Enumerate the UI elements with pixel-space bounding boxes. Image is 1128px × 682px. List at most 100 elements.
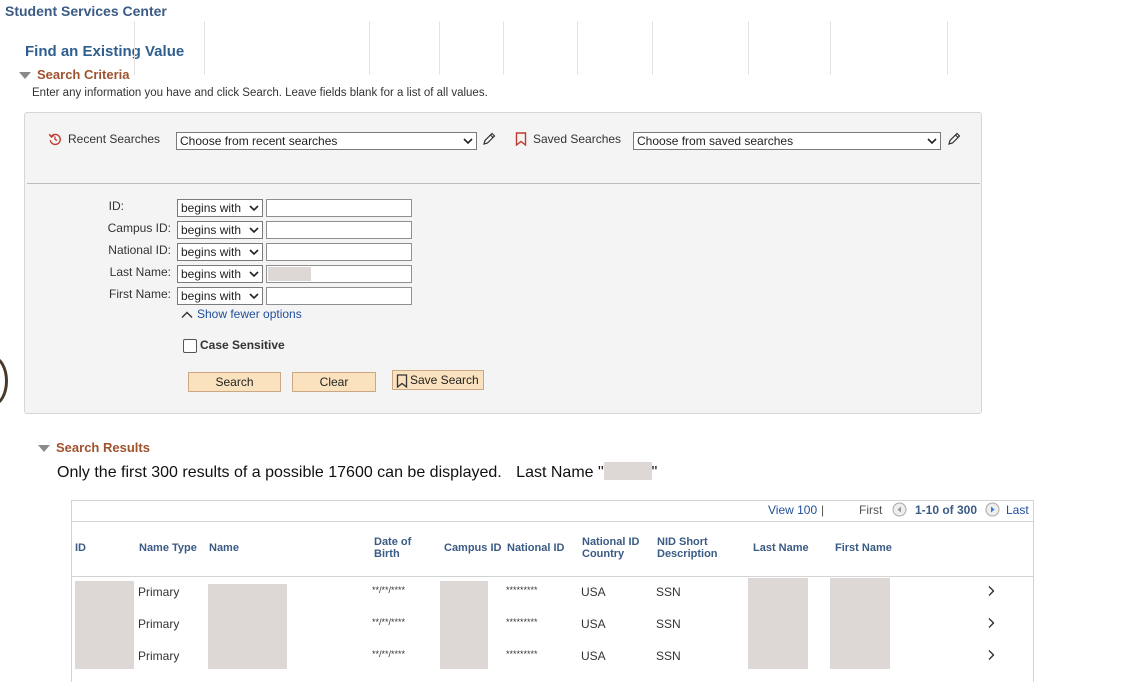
column-divider: [830, 21, 831, 75]
chevron-down-icon: [249, 205, 259, 212]
saved-searches-select[interactable]: Choose from saved searches: [633, 132, 941, 150]
recent-searches-select[interactable]: Choose from recent searches: [176, 132, 477, 150]
col-header-nid-country[interactable]: National ID Country: [582, 536, 648, 560]
search-criteria-panel: [24, 112, 982, 414]
search-instructions: Enter any information you have and click…: [32, 87, 488, 99]
chevron-down-icon: [463, 138, 473, 145]
column-divider: [503, 21, 504, 75]
row2-national-id: *********: [506, 617, 538, 627]
view-100-link[interactable]: View 100: [768, 503, 817, 517]
last-name-label: Last Name:: [109, 265, 171, 279]
col-header-first-name[interactable]: First Name: [835, 542, 892, 554]
search-criteria-label: Search Criteria: [37, 67, 130, 82]
redacted-value: [603, 462, 652, 480]
id-label: ID:: [108, 199, 124, 213]
redacted-campus-id-column: [440, 581, 488, 669]
row3-dob: **/**/****: [372, 649, 406, 659]
column-divider: [577, 21, 578, 75]
recent-searches-value: Choose from recent searches: [180, 134, 338, 148]
row2-dob: **/**/****: [372, 617, 406, 627]
row3-chevron-right-icon[interactable]: [986, 649, 996, 661]
first-name-operator-select[interactable]: begins with: [177, 287, 263, 305]
last-link[interactable]: Last: [1006, 503, 1029, 517]
row1-name-type: Primary: [138, 585, 180, 599]
chevron-down-icon: [927, 138, 937, 145]
saved-searches-value: Choose from saved searches: [637, 134, 794, 148]
recent-history-icon: [48, 133, 61, 146]
find-existing-value-title: Find an Existing Value: [25, 43, 185, 60]
national-id-label: National ID:: [108, 243, 171, 257]
results-filter-text: Last Name ": [516, 464, 604, 481]
row3-nid-desc: SSN: [656, 649, 681, 663]
id-operator-select[interactable]: begins with: [177, 199, 263, 217]
first-name-operator-value: begins with: [181, 289, 242, 303]
national-id-operator-value: begins with: [181, 245, 242, 259]
row3-name-type: Primary: [138, 649, 180, 663]
col-header-dob[interactable]: Date of Birth: [374, 536, 424, 560]
redacted-last-name-column: [748, 578, 808, 669]
col-header-last-name[interactable]: Last Name: [753, 542, 809, 554]
search-criteria-toggle[interactable]: Search Criteria: [19, 67, 130, 82]
chevron-down-icon: [249, 271, 259, 278]
row1-country: USA: [581, 585, 606, 599]
campus-id-input[interactable]: [266, 221, 412, 239]
col-header-nid-desc[interactable]: NID Short Description: [657, 536, 727, 560]
edit-saved-pencil-icon[interactable]: [946, 131, 962, 147]
first-name-label: First Name:: [108, 287, 171, 301]
nav-separator: |: [821, 503, 825, 517]
first-link[interactable]: First: [859, 503, 882, 517]
case-sensitive-label: Case Sensitive: [200, 338, 285, 352]
chevron-up-icon: [181, 311, 193, 318]
row1-dob: **/**/****: [372, 585, 406, 595]
collapse-triangle-icon: [38, 445, 50, 453]
col-header-name-type[interactable]: Name Type: [139, 542, 197, 554]
row1-national-id: *********: [506, 585, 538, 595]
saved-searches-label: Saved Searches: [533, 132, 622, 146]
case-sensitive-checkbox[interactable]: [183, 339, 197, 353]
id-operator-value: begins with: [181, 201, 242, 215]
redacted-first-name-column: [830, 578, 890, 669]
clear-button[interactable]: Clear: [292, 372, 376, 392]
first-name-input[interactable]: [266, 287, 412, 305]
search-results-label: Search Results: [56, 440, 150, 455]
national-id-input[interactable]: [266, 243, 412, 261]
campus-id-label: Campus ID:: [107, 221, 171, 235]
collapse-triangle-icon: [19, 72, 31, 80]
row2-country: USA: [581, 617, 606, 631]
results-summary: Only the first 300 results of a possible…: [57, 462, 657, 482]
column-divider: [439, 21, 440, 75]
next-page-icon[interactable]: [985, 502, 1000, 517]
id-input[interactable]: [266, 199, 412, 217]
national-id-operator-select[interactable]: begins with: [177, 243, 263, 261]
campus-id-operator-select[interactable]: begins with: [177, 221, 263, 239]
col-header-national-id[interactable]: National ID: [507, 542, 564, 554]
save-search-label: Save Search: [410, 373, 479, 387]
show-fewer-options-label: Show fewer options: [197, 307, 302, 321]
redacted-value: [268, 267, 311, 281]
row3-national-id: *********: [506, 649, 538, 659]
row1-chevron-right-icon[interactable]: [986, 585, 996, 597]
search-button[interactable]: Search: [188, 372, 281, 392]
results-summary-text: Only the first 300 results of a possible…: [57, 464, 502, 481]
search-results-toggle[interactable]: Search Results: [38, 440, 150, 455]
column-divider: [947, 21, 948, 75]
previous-page-icon[interactable]: [892, 502, 907, 517]
last-name-input[interactable]: [266, 265, 412, 283]
chevron-down-icon: [249, 293, 259, 300]
redacted-id-column: [75, 581, 134, 669]
edit-recent-pencil-icon[interactable]: [481, 131, 497, 147]
side-handle: [0, 356, 8, 406]
col-header-id[interactable]: ID: [75, 542, 86, 554]
row2-nid-desc: SSN: [656, 617, 681, 631]
show-fewer-options-link[interactable]: Show fewer options: [181, 307, 302, 321]
col-header-name[interactable]: Name: [209, 542, 239, 554]
results-filter-end: ": [651, 464, 658, 481]
last-name-operator-value: begins with: [181, 267, 242, 281]
last-name-operator-select[interactable]: begins with: [177, 265, 263, 283]
page-range: 1-10 of 300: [915, 503, 978, 517]
column-divider: [652, 21, 653, 75]
chevron-down-icon: [249, 249, 259, 256]
row2-chevron-right-icon[interactable]: [986, 617, 996, 629]
save-search-button[interactable]: Save Search: [392, 370, 484, 390]
col-header-campus-id[interactable]: Campus ID: [444, 542, 501, 554]
